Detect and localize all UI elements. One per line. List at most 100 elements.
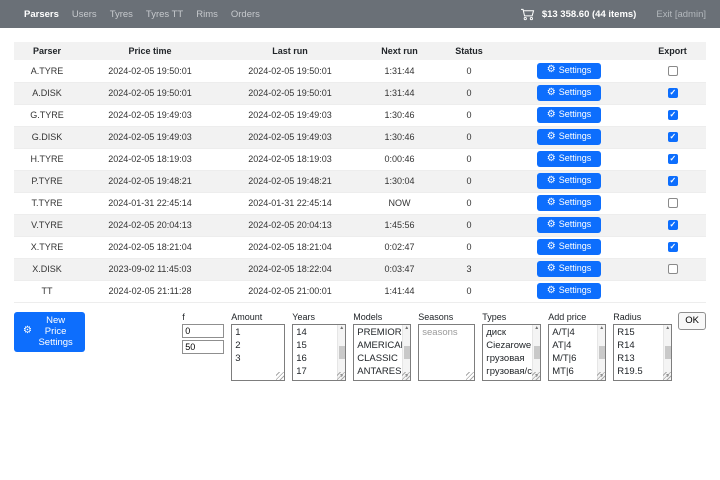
settings-button[interactable]: ⚙ Settings xyxy=(536,151,602,167)
add-price-option[interactable]: MT|6 xyxy=(549,365,597,378)
types-listbox[interactable]: дискCiezaroweгрузоваягрузовая/с/ ▲ ▼ xyxy=(482,323,542,381)
export-checkbox[interactable] xyxy=(667,132,678,143)
cell-parser: H.TYRE xyxy=(30,154,64,164)
radius-option[interactable]: R14 xyxy=(614,339,663,352)
types-option[interactable]: грузовая/с/ xyxy=(483,365,532,378)
amount-option[interactable]: 1 xyxy=(232,326,284,339)
models-listbox[interactable]: PREMIORRIAMERICANCLASSICANTARES ▲ ▼ xyxy=(353,323,412,381)
nav-item-orders[interactable]: Orders xyxy=(231,9,260,20)
add-price-option[interactable]: AT|4 xyxy=(549,339,597,352)
cell-last-run: 2024-02-05 18:21:04 xyxy=(248,242,332,252)
settings-button[interactable]: ⚙ Settings xyxy=(536,195,602,211)
scroll-thumb[interactable] xyxy=(338,345,345,359)
scroll-up-icon[interactable]: ▲ xyxy=(599,325,604,331)
scroll-thumb[interactable] xyxy=(664,345,671,359)
settings-button[interactable]: ⚙ Settings xyxy=(536,239,602,255)
exit-link[interactable]: Exit [admin] xyxy=(656,9,706,20)
export-checkbox[interactable] xyxy=(667,176,678,187)
cell-settings: ⚙ Settings xyxy=(499,126,639,148)
seasons-input[interactable]: seasons xyxy=(418,323,476,381)
scroll-thumb[interactable] xyxy=(598,345,605,359)
nav-item-tyres[interactable]: Tyres xyxy=(110,9,133,20)
scroll-up-icon[interactable]: ▲ xyxy=(339,325,344,331)
models-option[interactable]: AMERICAN xyxy=(354,339,402,352)
years-option[interactable]: 17 xyxy=(293,365,337,378)
nav-item-rims[interactable]: Rims xyxy=(196,9,218,20)
settings-button[interactable]: ⚙ Settings xyxy=(536,261,602,277)
cell-next-run: 0:03:47 xyxy=(384,264,415,274)
types-option[interactable]: диск xyxy=(483,326,532,339)
ok-button[interactable]: OK xyxy=(678,311,706,330)
nav-item-parsers[interactable]: Parsers xyxy=(24,9,59,20)
cart-total[interactable]: $13 358.60 (44 items) xyxy=(542,9,637,20)
radius-option[interactable]: R13 xyxy=(614,352,663,365)
seasons-label: Seasons xyxy=(418,311,454,322)
radius-listbox[interactable]: R15R14R13R19.5 ▲ ▼ xyxy=(613,323,673,381)
cell-settings: ⚙ Settings xyxy=(499,192,639,214)
settings-button[interactable]: ⚙ Settings xyxy=(536,173,602,189)
export-checkbox[interactable] xyxy=(667,198,678,209)
cell-parser: G.TYRE xyxy=(30,110,64,120)
models-option[interactable]: ANTARES xyxy=(354,365,402,378)
cell-status: 0 xyxy=(466,286,472,296)
years-option[interactable]: 16 xyxy=(293,352,337,365)
settings-button[interactable]: ⚙ Settings xyxy=(536,283,602,299)
export-checkbox[interactable] xyxy=(667,110,678,121)
types-option[interactable]: грузовая xyxy=(483,352,532,365)
years-listbox[interactable]: 14151617 ▲ ▼ xyxy=(292,323,347,381)
nav-item-users[interactable]: Users xyxy=(72,9,97,20)
f-input-1[interactable] xyxy=(182,323,225,338)
export-checkbox[interactable] xyxy=(667,264,678,275)
settings-button[interactable]: ⚙ Settings xyxy=(536,217,602,233)
settings-button[interactable]: ⚙ Settings xyxy=(536,85,602,101)
scroll-up-icon[interactable]: ▲ xyxy=(665,325,670,331)
models-option[interactable]: CLASSIC xyxy=(354,352,402,365)
settings-button[interactable]: ⚙ Settings xyxy=(536,129,602,145)
cell-status: 0 xyxy=(466,65,472,76)
models-label: Models xyxy=(353,311,383,322)
nav-item-tyres-tt[interactable]: Tyres TT xyxy=(146,9,183,20)
add-price-option[interactable]: M/T|6 xyxy=(549,352,597,365)
settings-button[interactable]: ⚙ Settings xyxy=(536,107,602,123)
cell-last-run: 2024-02-05 19:49:03 xyxy=(248,110,332,120)
amount-listbox[interactable]: 123 xyxy=(231,323,286,381)
radius-field-group: Radius R15R14R13R19.5 ▲ ▼ xyxy=(613,312,673,381)
cell-last-run: 2024-02-05 20:04:13 xyxy=(248,220,332,230)
add-price-listbox[interactable]: A/T|4AT|4M/T|6MT|6 ▲ ▼ xyxy=(548,323,607,381)
new-price-settings-button[interactable]: ⚙ New Price Settings xyxy=(14,311,86,352)
amount-option[interactable]: 2 xyxy=(232,339,284,352)
cell-price-time: 2024-02-05 18:21:04 xyxy=(108,242,192,252)
models-option[interactable]: PREMIORRI xyxy=(354,326,402,339)
gear-icon: ⚙ xyxy=(546,108,556,120)
radius-option[interactable]: R19.5 xyxy=(614,365,663,378)
cell-export xyxy=(639,214,706,236)
scroll-up-icon[interactable]: ▲ xyxy=(404,325,409,331)
resize-handle-icon xyxy=(532,371,541,380)
resize-handle-icon xyxy=(337,371,346,380)
export-checkbox[interactable] xyxy=(667,66,678,77)
settings-button-label: Settings xyxy=(558,153,592,163)
add-price-option[interactable]: A/T|4 xyxy=(549,326,597,339)
amount-option[interactable]: 3 xyxy=(232,352,284,365)
settings-button[interactable]: ⚙ Settings xyxy=(536,62,602,79)
years-option[interactable]: 15 xyxy=(293,339,337,352)
cell-parser: X.DISK xyxy=(32,264,62,274)
export-checkbox[interactable] xyxy=(667,88,678,99)
f-input-2[interactable] xyxy=(182,339,225,354)
cell-settings: ⚙ Settings xyxy=(499,280,639,302)
scroll-up-icon[interactable]: ▲ xyxy=(534,325,539,331)
years-option[interactable]: 14 xyxy=(293,326,337,339)
cart-icon[interactable] xyxy=(520,8,535,21)
nav-menu: Parsers Users Tyres Tyres TT Rims Orders xyxy=(24,9,260,20)
export-checkbox[interactable] xyxy=(667,154,678,165)
radius-option[interactable]: R15 xyxy=(614,326,663,339)
table-row: T.TYRE 2024-01-31 22:45:14 2024-01-31 22:4… xyxy=(14,192,706,214)
export-checkbox[interactable] xyxy=(667,220,678,231)
column-header: Last run xyxy=(272,46,308,56)
cell-export xyxy=(639,104,706,126)
cell-price-time: 2024-02-05 18:19:03 xyxy=(108,154,192,164)
types-option[interactable]: Ciezarowe xyxy=(483,339,532,352)
scroll-thumb[interactable] xyxy=(403,345,410,359)
scroll-thumb[interactable] xyxy=(533,345,540,359)
export-checkbox[interactable] xyxy=(667,242,678,253)
